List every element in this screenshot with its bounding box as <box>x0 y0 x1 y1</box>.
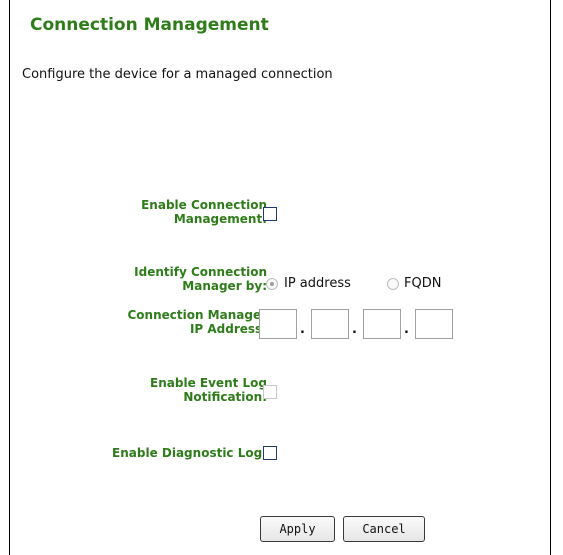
page-title: Connection Management <box>30 15 269 35</box>
fqdn-radio-label: FQDN <box>404 276 442 291</box>
ip-address-radio-label: IP address <box>284 276 351 291</box>
ip-address-radio[interactable] <box>266 278 278 290</box>
ip-separator: . <box>300 322 305 337</box>
ip-octet-2-input[interactable] <box>311 309 349 339</box>
cancel-button[interactable]: Cancel <box>343 516 425 542</box>
connection-management-panel: Connection Management Configure the devi… <box>9 0 551 555</box>
ip-separator: . <box>352 322 357 337</box>
apply-button[interactable]: Apply <box>260 516 335 542</box>
enable-connection-management-label: Enable Connection Management: <box>141 198 267 226</box>
ip-octet-3-input[interactable] <box>363 309 401 339</box>
identify-connection-manager-label: Identify Connection Manager by: <box>134 265 267 293</box>
connection-manager-ip-label: Connection Manager IP Address: <box>127 308 267 336</box>
ip-separator: . <box>404 322 409 337</box>
ip-octet-1-input[interactable] <box>259 309 297 339</box>
fqdn-radio[interactable] <box>387 278 399 290</box>
enable-diagnostic-log-checkbox[interactable] <box>263 446 277 460</box>
enable-event-log-label: Enable Event Log Notification: <box>150 376 267 404</box>
page-description: Configure the device for a managed conne… <box>22 67 333 82</box>
enable-diagnostic-log-label: Enable Diagnostic Log: <box>112 446 267 460</box>
enable-connection-management-checkbox[interactable] <box>263 207 277 221</box>
enable-event-log-checkbox[interactable] <box>263 385 277 399</box>
ip-octet-4-input[interactable] <box>415 309 453 339</box>
